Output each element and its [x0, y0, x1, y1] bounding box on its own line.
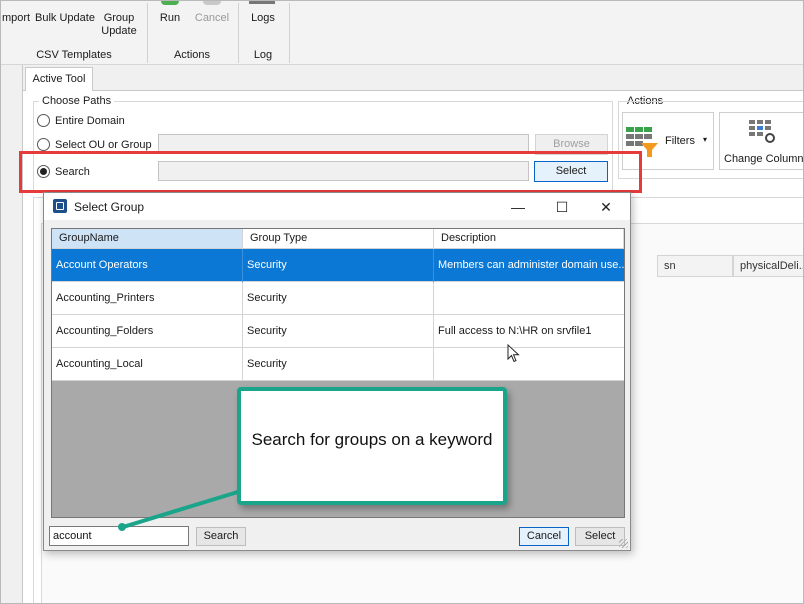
mouse-cursor-icon [507, 344, 520, 363]
select-ou-radio[interactable] [37, 138, 50, 151]
cell-groupname: Accounting_Folders [52, 315, 243, 348]
tab-active-tool[interactable]: Active Tool [25, 67, 93, 91]
cell-group-type: Security [243, 282, 434, 315]
application-window: mport Bulk Update Group Update CSV Templ… [0, 0, 804, 604]
select-ou-label: Select OU or Group [55, 139, 152, 151]
run-icon [161, 1, 179, 5]
import-button[interactable]: mport [1, 12, 33, 25]
search-button[interactable]: Search [196, 527, 246, 546]
callout-text: Search for groups on a keyword [251, 430, 493, 449]
table-row[interactable]: Accounting_Printers Security [52, 282, 624, 315]
callout-annotation: Search for groups on a keyword [237, 387, 507, 505]
cell-description: Members can administer domain use... [438, 259, 624, 271]
ribbon: mport Bulk Update Group Update CSV Templ… [1, 1, 803, 65]
resize-grip[interactable] [619, 539, 628, 548]
entire-domain-label: Entire Domain [55, 115, 125, 127]
logs-button[interactable]: Logs [245, 12, 281, 25]
group-search-input[interactable] [49, 526, 189, 546]
cell-description: Full access to N:\HR on srvfile1 [438, 325, 592, 337]
column-header-groupname[interactable]: GroupName [52, 229, 243, 249]
choose-paths-title: Choose Paths [39, 95, 115, 107]
left-side-panel [1, 65, 23, 603]
cell-group-type: Security [243, 315, 434, 348]
logs-icon [249, 1, 275, 4]
cancel-button[interactable]: Cancel [519, 527, 569, 546]
actions-group-label: Actions [173, 49, 211, 61]
table-row[interactable]: Accounting_Local Security [52, 348, 624, 381]
cancel-icon [203, 1, 221, 5]
ribbon-divider [289, 3, 290, 63]
run-button[interactable]: Run [153, 12, 187, 25]
entire-domain-radio[interactable] [37, 114, 50, 127]
dialog-titlebar: Select Group — ☐ ✕ [44, 193, 630, 220]
cell-groupname: Accounting_Printers [52, 282, 243, 315]
cell-description [434, 282, 624, 315]
column-header-sn[interactable]: sn [657, 255, 733, 277]
table-row[interactable]: Account Operators Security Members can a… [52, 249, 624, 282]
table-row[interactable]: Accounting_Folders Security Full access … [52, 315, 624, 348]
column-header-group-type[interactable]: Group Type [243, 229, 434, 249]
column-header-physical[interactable]: physicalDeli... [733, 255, 803, 277]
app-icon [53, 199, 67, 213]
cell-groupname: Account Operators [52, 249, 243, 282]
cell-groupname: Accounting_Local [52, 348, 243, 381]
cell-description [434, 348, 624, 381]
close-icon[interactable]: ✕ [586, 195, 626, 219]
maximize-icon[interactable]: ☐ [542, 195, 582, 219]
cell-group-type: Security [243, 249, 434, 282]
cancel-run-button[interactable]: Cancel [191, 12, 233, 25]
select-button[interactable]: Select [575, 527, 625, 546]
cell-group-type: Security [243, 348, 434, 381]
minimize-icon[interactable]: — [498, 195, 538, 219]
bulk-update-button[interactable]: Bulk Update [35, 12, 95, 25]
log-group-label: Log [253, 49, 273, 61]
csv-templates-group-label: CSV Templates [36, 49, 112, 61]
search-highlight-box [19, 151, 642, 193]
dialog-title: Select Group [74, 200, 145, 214]
tab-bar [23, 65, 803, 91]
group-update-button[interactable]: Group Update [97, 12, 141, 38]
column-header-description[interactable]: Description [434, 229, 624, 249]
actions-group-box [618, 101, 803, 179]
